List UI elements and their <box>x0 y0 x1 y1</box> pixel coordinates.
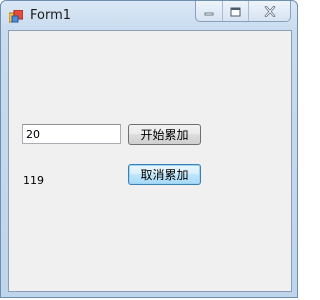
number-input[interactable] <box>22 124 121 144</box>
form-client-area: 开始累加 取消累加 119 <box>8 30 292 292</box>
window-title: Form1 <box>30 8 72 23</box>
window-controls <box>195 1 291 22</box>
form-app-icon[interactable] <box>8 9 24 23</box>
start-accumulate-button[interactable]: 开始累加 <box>128 124 201 145</box>
close-icon <box>264 2 276 21</box>
maximize-icon <box>230 2 241 21</box>
minimize-button[interactable] <box>196 1 222 21</box>
minimize-icon <box>204 2 214 21</box>
cancel-accumulate-button[interactable]: 取消累加 <box>128 164 201 185</box>
app-window: Form1 20 开始累加 取消累加 119 <box>0 0 298 298</box>
title-bar[interactable]: Form1 <box>1 1 297 31</box>
close-button[interactable] <box>248 1 290 21</box>
result-label: 119 <box>23 174 44 187</box>
maximize-button[interactable] <box>222 1 248 21</box>
